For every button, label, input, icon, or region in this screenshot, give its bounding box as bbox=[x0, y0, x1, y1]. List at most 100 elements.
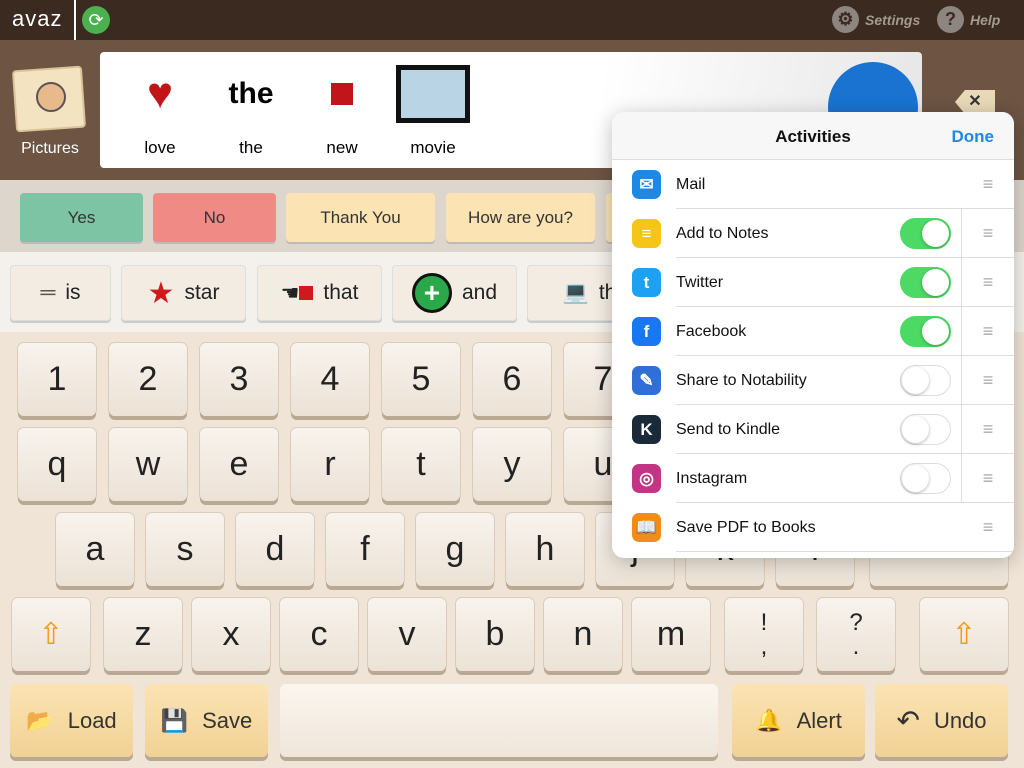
word-is-button[interactable]: ═ is bbox=[10, 265, 111, 321]
reorder-grip-icon[interactable]: ≡ bbox=[962, 272, 1014, 293]
activity-row[interactable]: ✉ Mail ≡ bbox=[612, 160, 1014, 209]
save-button[interactable]: 💾 Save bbox=[145, 684, 268, 757]
key-4[interactable]: 4 bbox=[291, 343, 369, 416]
activity-row[interactable]: ≡ Add to Notes ≡ bbox=[612, 209, 1014, 258]
message-word[interactable]: movie bbox=[395, 60, 471, 158]
app-icon: ◎ bbox=[632, 464, 661, 493]
alert-button[interactable]: 🔔 Alert bbox=[732, 684, 865, 757]
key-g[interactable]: g bbox=[416, 513, 494, 586]
refresh-icon[interactable]: ⟳ bbox=[82, 6, 110, 34]
key-q[interactable]: q bbox=[18, 428, 96, 501]
activity-label: Twitter bbox=[676, 273, 724, 291]
space-key[interactable] bbox=[280, 684, 718, 757]
activity-toggle[interactable] bbox=[900, 463, 951, 494]
shift-icon: ⇧ bbox=[951, 618, 977, 651]
heart-person-icon: ♥ bbox=[146, 69, 174, 118]
key-5[interactable]: 5 bbox=[382, 343, 460, 416]
key-m[interactable]: m bbox=[632, 598, 710, 671]
load-button[interactable]: 📂 Load bbox=[10, 684, 133, 757]
activity-row[interactable]: ◎ Instagram ≡ bbox=[612, 454, 1014, 503]
app-icon: 📖 bbox=[632, 513, 661, 542]
activities-header: Activities Done bbox=[612, 112, 1014, 160]
toggle-knob bbox=[902, 367, 929, 394]
word-label: the bbox=[239, 138, 263, 157]
key-t[interactable]: t bbox=[382, 428, 460, 501]
reorder-grip-icon[interactable]: ≡ bbox=[962, 517, 1014, 538]
shift-right-key[interactable]: ⇧ bbox=[920, 598, 1008, 671]
key-z[interactable]: z bbox=[104, 598, 182, 671]
key-exclaim-comma[interactable]: !, bbox=[725, 598, 803, 671]
reorder-grip-icon[interactable]: ≡ bbox=[962, 419, 1014, 440]
help-button[interactable]: ? Help bbox=[937, 6, 1000, 33]
toggle-knob bbox=[922, 318, 949, 345]
key-d[interactable]: d bbox=[236, 513, 314, 586]
activity-toggle[interactable] bbox=[900, 267, 951, 298]
message-word[interactable]: new bbox=[304, 60, 380, 158]
key-question-period[interactable]: ?. bbox=[817, 598, 895, 671]
activity-label: Facebook bbox=[676, 322, 747, 340]
word-and-button[interactable]: + and bbox=[392, 265, 517, 321]
undo-button[interactable]: ↶ Undo bbox=[875, 684, 1008, 757]
key-char: , bbox=[760, 632, 768, 660]
key-y[interactable]: y bbox=[473, 428, 551, 501]
word-label: new bbox=[326, 138, 358, 157]
shift-icon: ⇧ bbox=[38, 618, 64, 651]
word-label: is bbox=[65, 281, 81, 304]
reorder-grip-icon[interactable]: ≡ bbox=[962, 174, 1014, 195]
key-x[interactable]: x bbox=[192, 598, 270, 671]
app-icon: f bbox=[632, 317, 661, 346]
word-label: love bbox=[144, 138, 176, 157]
activity-row[interactable]: K Send to Kindle ≡ bbox=[612, 405, 1014, 454]
reorder-grip-icon[interactable]: ≡ bbox=[962, 468, 1014, 489]
activity-toggle[interactable] bbox=[900, 365, 951, 396]
key-c[interactable]: c bbox=[280, 598, 358, 671]
key-w[interactable]: w bbox=[109, 428, 187, 501]
quick-yes-button[interactable]: Yes bbox=[20, 193, 143, 242]
done-button[interactable]: Done bbox=[952, 127, 995, 147]
message-word[interactable]: the the bbox=[213, 60, 289, 158]
new-box-icon bbox=[304, 60, 380, 128]
key-n[interactable]: n bbox=[544, 598, 622, 671]
app-icon: K bbox=[632, 415, 661, 444]
settings-button[interactable]: ⚙ Settings bbox=[832, 6, 920, 33]
key-a[interactable]: a bbox=[56, 513, 134, 586]
activity-row[interactable]: t Twitter ≡ bbox=[612, 258, 1014, 307]
key-v[interactable]: v bbox=[368, 598, 446, 671]
key-2[interactable]: 2 bbox=[109, 343, 187, 416]
smiling-face-icon bbox=[36, 82, 66, 112]
key-f[interactable]: f bbox=[326, 513, 404, 586]
message-word[interactable]: ♥ love bbox=[122, 60, 198, 158]
activity-toggle[interactable] bbox=[900, 218, 951, 249]
reorder-grip-icon[interactable]: ≡ bbox=[962, 223, 1014, 244]
word-that-button[interactable]: ☚ that bbox=[257, 265, 382, 321]
activity-row[interactable]: f Facebook ≡ bbox=[612, 307, 1014, 356]
key-r[interactable]: r bbox=[291, 428, 369, 501]
star-icon: ★ bbox=[147, 276, 175, 310]
key-3[interactable]: 3 bbox=[200, 343, 278, 416]
activity-label: Mail bbox=[676, 175, 706, 193]
quick-thank-you-button[interactable]: Thank You bbox=[286, 193, 435, 242]
key-b[interactable]: b bbox=[456, 598, 534, 671]
settings-label: Settings bbox=[865, 11, 921, 28]
key-e[interactable]: e bbox=[200, 428, 278, 501]
the-symbol: the bbox=[228, 77, 274, 110]
shift-left-key[interactable]: ⇧ bbox=[12, 598, 90, 671]
reorder-grip-icon[interactable]: ≡ bbox=[962, 321, 1014, 342]
activity-toggle[interactable] bbox=[900, 414, 951, 445]
key-1[interactable]: 1 bbox=[18, 343, 96, 416]
reorder-grip-icon[interactable]: ≡ bbox=[962, 370, 1014, 391]
word-label: that bbox=[323, 281, 359, 304]
activity-row[interactable]: 📖 Save PDF to Books ≡ bbox=[612, 503, 1014, 552]
app-icon: ≡ bbox=[632, 219, 661, 248]
key-h[interactable]: h bbox=[506, 513, 584, 586]
toggle-knob bbox=[902, 416, 929, 443]
divider bbox=[74, 0, 76, 40]
activity-toggle[interactable] bbox=[900, 316, 951, 347]
activity-row[interactable]: ✎ Share to Notability ≡ bbox=[612, 356, 1014, 405]
quick-no-button[interactable]: No bbox=[153, 193, 276, 242]
word-label: movie bbox=[410, 138, 456, 157]
key-6[interactable]: 6 bbox=[473, 343, 551, 416]
quick-how-are-you-button[interactable]: How are you? bbox=[446, 193, 595, 242]
word-star-button[interactable]: ★ star bbox=[121, 265, 246, 321]
key-s[interactable]: s bbox=[146, 513, 224, 586]
